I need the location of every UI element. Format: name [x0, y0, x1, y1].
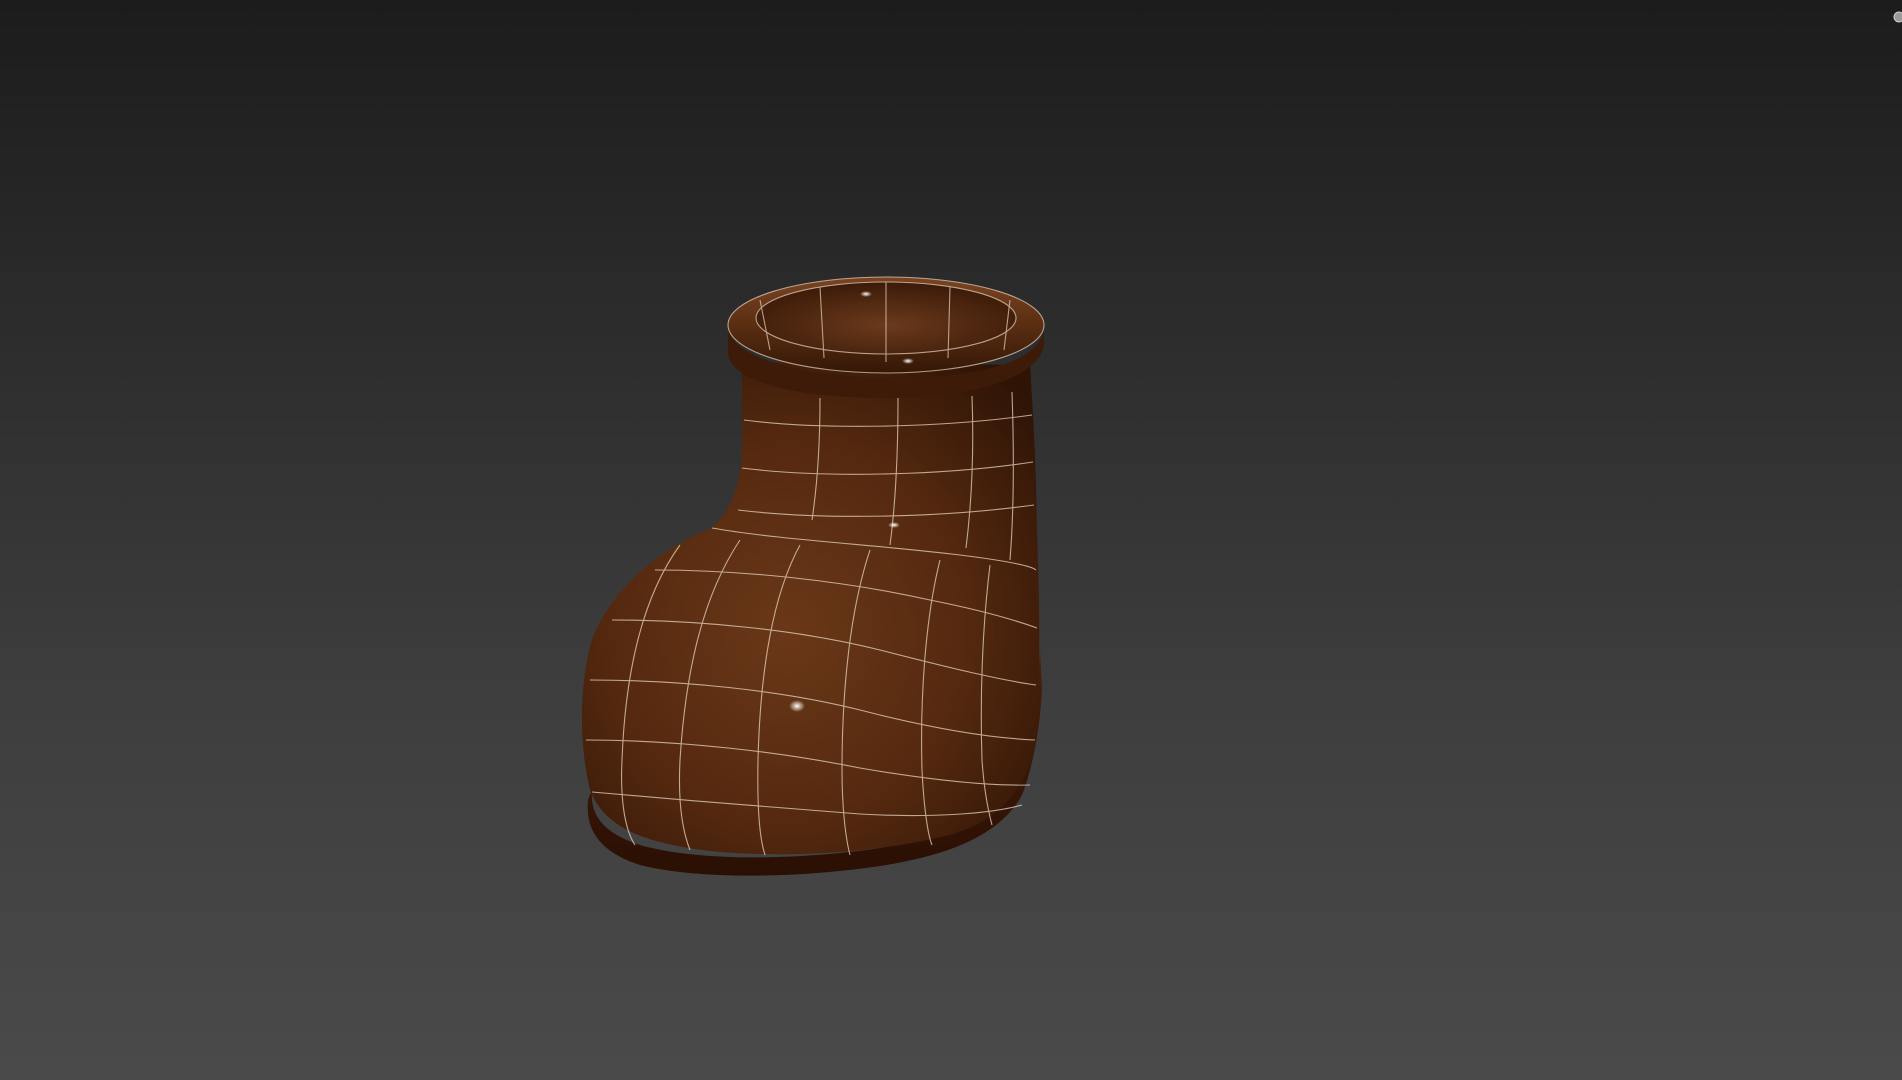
- boot-body[interactable]: [581, 362, 1040, 855]
- 3d-viewport[interactable]: [0, 0, 1902, 1080]
- viewcube-icon[interactable]: [1892, 10, 1902, 24]
- boot-collar[interactable]: [727, 276, 1045, 398]
- viewport-scene[interactable]: [0, 0, 1902, 1080]
